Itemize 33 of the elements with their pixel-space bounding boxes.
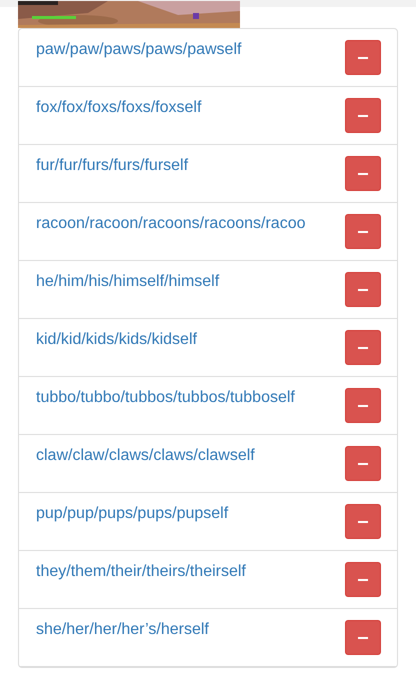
pronoun-label: she/her/her/her’s/herself bbox=[36, 620, 209, 640]
remove-button[interactable] bbox=[345, 620, 381, 655]
pronoun-label: he/him/his/himself/himself bbox=[36, 272, 220, 292]
remove-button[interactable] bbox=[345, 446, 381, 481]
remove-button[interactable] bbox=[345, 156, 381, 191]
pronoun-label: fur/fur/furs/furs/furself bbox=[36, 156, 188, 176]
minus-icon bbox=[358, 56, 368, 58]
pronoun-label: claw/claw/claws/claws/clawself bbox=[36, 446, 255, 466]
pronoun-label: kid/kid/kids/kids/kidself bbox=[36, 330, 197, 350]
pronoun-label: pup/pup/pups/pups/pupself bbox=[36, 504, 228, 524]
minus-icon bbox=[358, 520, 368, 522]
remove-button[interactable] bbox=[345, 388, 381, 423]
pronoun-label: fox/fox/foxs/foxs/foxself bbox=[36, 98, 202, 118]
remove-button[interactable] bbox=[345, 330, 381, 365]
pronoun-label: they/them/their/theirs/theirself bbox=[36, 562, 246, 582]
pronoun-label: paw/paw/paws/paws/pawself bbox=[36, 40, 242, 60]
minus-icon bbox=[358, 172, 368, 174]
minus-icon bbox=[358, 288, 368, 290]
minus-icon bbox=[358, 636, 368, 638]
pronoun-label: tubbo/tubbo/tubbos/tubbos/tubboself bbox=[36, 388, 295, 408]
remove-button[interactable] bbox=[345, 562, 381, 597]
minus-icon bbox=[358, 462, 368, 464]
minus-icon bbox=[358, 578, 368, 580]
remove-button[interactable] bbox=[345, 98, 381, 133]
remove-button[interactable] bbox=[345, 504, 381, 539]
remove-button[interactable] bbox=[345, 40, 381, 75]
pronoun-label: racoon/racoon/racoons/racoons/racoo bbox=[36, 214, 306, 234]
minus-icon bbox=[358, 346, 368, 348]
minus-icon bbox=[358, 404, 368, 406]
remove-button[interactable] bbox=[345, 272, 381, 307]
remove-button[interactable] bbox=[345, 214, 381, 249]
minus-icon bbox=[358, 114, 368, 116]
minus-icon bbox=[358, 230, 368, 232]
